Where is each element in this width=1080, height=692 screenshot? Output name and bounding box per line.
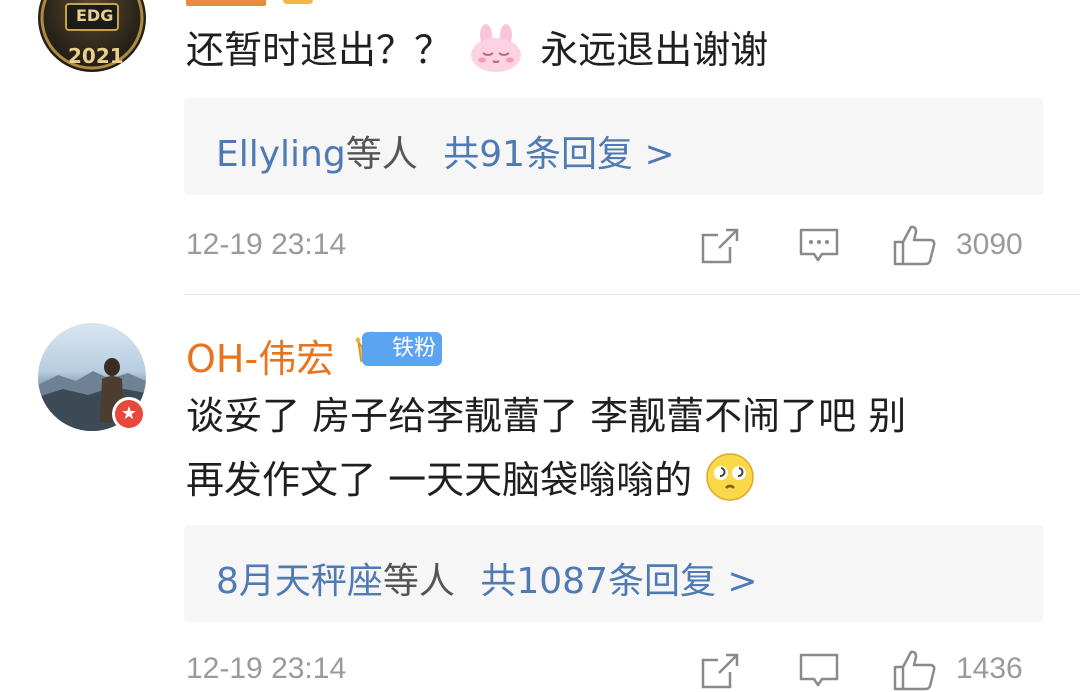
reply-names[interactable]: 8月天秤座 (216, 561, 383, 602)
crown-icon (283, 0, 313, 4)
dizzy-face-emoji-icon (704, 451, 756, 503)
avatar-year-text: 2021 (68, 44, 124, 68)
avatar-logo-text: EDG (76, 6, 114, 25)
comment-text-part1: 还暂时退出？？ (186, 28, 453, 72)
comment-text-line2: 再发作文了 一天天脑袋嗡嗡的 (186, 450, 756, 510)
like-count: 1436 (956, 652, 1023, 685)
reply-count-link[interactable]: 共1087条回复 > (480, 561, 757, 602)
comment-text-line2-text: 再发作文了 一天天脑袋嗡嗡的 (186, 458, 693, 502)
reply-summary-box[interactable]: 8月天秤座等人 共1087条回复 > (184, 525, 1043, 622)
username-cutoff[interactable] (186, 0, 266, 6)
reply-summary-text: Ellyling等人 共91条回复 > (216, 125, 675, 177)
comment-text: 还暂时退出？？ 永远退出谢谢 (186, 20, 768, 80)
fan-badge: 铁粉 (352, 330, 448, 368)
timestamp: 12-19 23:14 (186, 228, 347, 261)
reply-count-link[interactable]: 共91条回复 > (443, 134, 674, 175)
reply-names-suffix: 等人 (382, 561, 455, 602)
verified-badge-icon: ★ (112, 397, 146, 431)
reply-summary-text: 8月天秤座等人 共1087条回复 > (216, 552, 758, 604)
avatar[interactable]: EDG 2021 (38, 0, 146, 72)
timestamp: 12-19 23:14 (186, 652, 347, 685)
divider (184, 294, 1080, 295)
comment-text-part2: 永远退出谢谢 (540, 28, 769, 72)
fan-badge-label: 铁粉 (362, 332, 443, 366)
comment-icon[interactable] (798, 652, 840, 690)
username[interactable]: OH-伟宏 (186, 328, 334, 383)
share-icon[interactable] (700, 227, 740, 265)
like-count: 3090 (956, 228, 1023, 261)
thumbs-up-icon[interactable] (892, 648, 938, 692)
comment-icon[interactable] (798, 227, 840, 265)
reply-names-suffix: 等人 (345, 134, 418, 175)
comment-text-line1: 谈妥了 房子给李靓蕾了 李靓蕾不闹了吧 别 (186, 394, 907, 438)
pink-bunny-emoji-icon (468, 23, 524, 73)
reply-names[interactable]: Ellyling (216, 134, 346, 175)
thumbs-up-icon[interactable] (892, 223, 938, 267)
share-icon[interactable] (700, 652, 740, 690)
reply-summary-box[interactable]: Ellyling等人 共91条回复 > (184, 98, 1043, 195)
